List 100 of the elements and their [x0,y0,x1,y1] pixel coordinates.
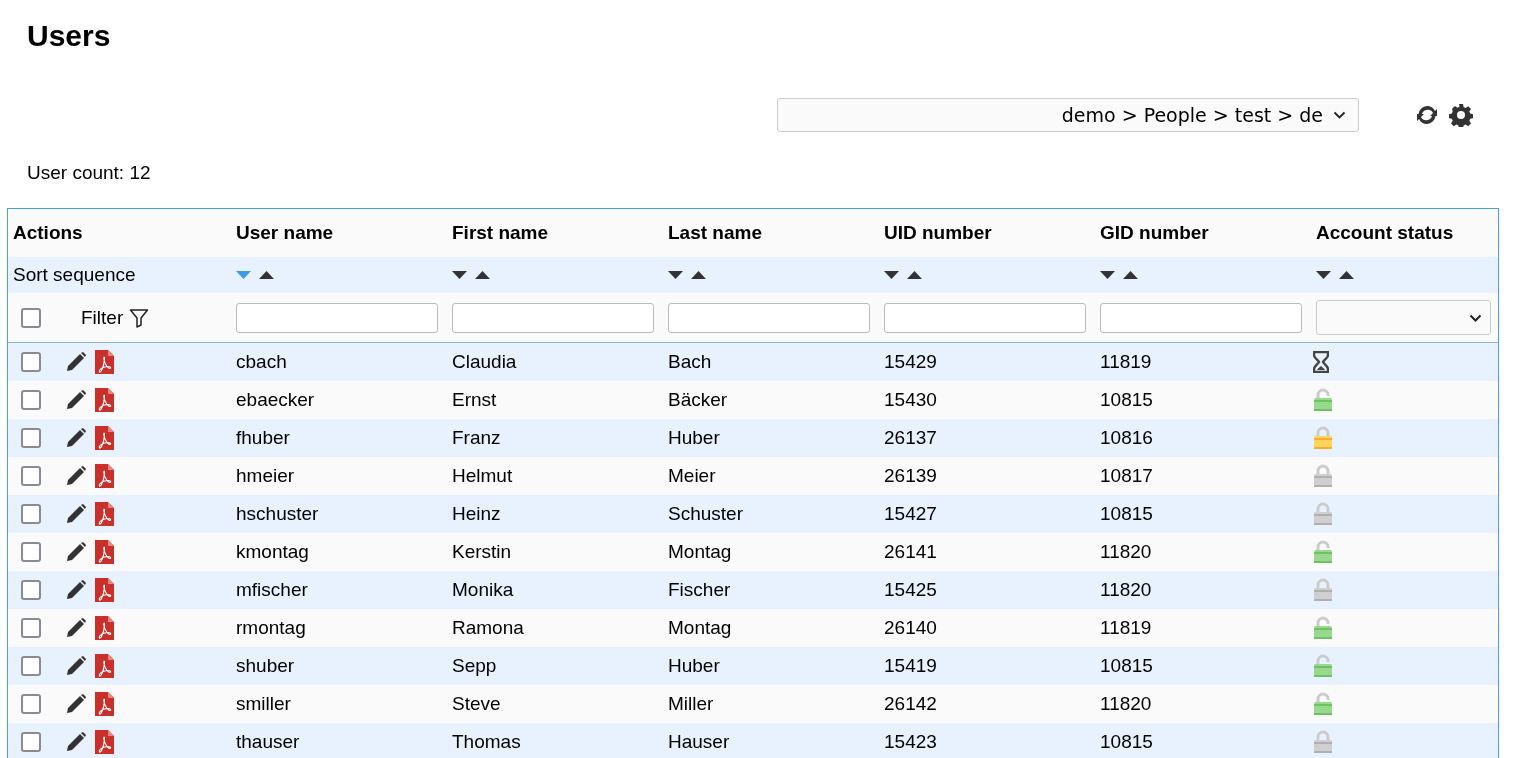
refresh-icon[interactable] [1415,103,1439,127]
pdf-icon[interactable] [95,578,114,602]
table-cell: Fischer [668,579,731,601]
table-cell: Claudia [452,351,517,373]
filter-input[interactable] [452,302,654,333]
checkbox[interactable] [21,428,41,448]
table-cell: 10816 [1100,427,1153,449]
checkbox[interactable] [21,694,41,714]
table-cell: Thomas [452,731,521,753]
pdf-icon[interactable] [95,692,114,716]
sort-descending-icon[interactable] [884,271,899,279]
table-cell: Bäcker [668,389,728,411]
table-cell: 11819 [1100,351,1152,373]
sort-descending-icon[interactable] [1316,271,1331,279]
column-header: First name [452,222,549,244]
table-cell: Helmut [452,465,513,487]
table-cell: 10815 [1100,389,1153,411]
pencil-icon[interactable] [65,731,87,753]
table-cell: 15427 [884,503,937,525]
table-cell: Kerstin [452,541,512,563]
sort-ascending-icon[interactable] [1339,271,1354,279]
table-cell: 26139 [884,465,937,487]
sort-ascending-icon[interactable] [1123,271,1138,279]
settings-icon[interactable] [1449,103,1473,127]
checkbox[interactable] [21,307,41,328]
table-cell: rmontag [236,617,306,639]
pencil-icon[interactable] [65,427,87,449]
table-cell: kmontag [236,541,309,563]
pdf-icon[interactable] [95,654,114,678]
pdf-icon[interactable] [95,350,114,374]
chevron-down-icon [1469,313,1482,322]
column-header: Last name [668,222,762,244]
pdf-icon[interactable] [95,388,114,412]
pencil-icon[interactable] [65,351,87,373]
pencil-icon[interactable] [65,541,87,563]
column-header: Account status [1316,222,1454,244]
table-cell: thauser [236,731,300,753]
table-cell: 10817 [1100,465,1153,487]
pencil-icon[interactable] [65,465,87,487]
sort-ascending-icon[interactable] [691,271,706,279]
pencil-icon[interactable] [65,693,87,715]
pencil-icon[interactable] [65,389,87,411]
checkbox[interactable] [21,732,41,752]
table-cell: shuber [236,655,295,677]
filter-input[interactable] [236,302,438,333]
table-cell: Steve [452,693,501,715]
table-cell: 11820 [1100,693,1152,715]
pdf-icon[interactable] [95,730,114,754]
checkbox[interactable] [21,352,41,372]
checkbox[interactable] [21,466,41,486]
table-cell: Schuster [668,503,743,525]
sort-descending-icon[interactable] [668,271,683,279]
checkbox[interactable] [21,390,41,410]
column-header: UID number [884,222,992,244]
pencil-icon[interactable] [65,503,87,525]
pencil-icon[interactable] [65,655,87,677]
pencil-icon[interactable] [65,579,87,601]
table-cell: fhuber [236,427,290,449]
table-cell: 26140 [884,617,937,639]
table-cell: 10815 [1100,503,1153,525]
table-cell: Huber [668,655,720,677]
sort-descending-icon[interactable] [1100,271,1115,279]
table-cell: 15425 [884,579,937,601]
sort-descending-icon[interactable] [452,271,467,279]
table-cell: Montag [668,617,732,639]
checkbox[interactable] [21,580,41,600]
filter-input[interactable] [668,302,870,333]
pdf-icon[interactable] [95,540,114,564]
column-header: Actions [13,222,83,244]
checkbox[interactable] [21,542,41,562]
sort-ascending-icon[interactable] [907,271,922,279]
table-cell: Franz [452,427,501,449]
pdf-icon[interactable] [95,616,114,640]
table-cell: 15423 [884,731,937,753]
table-cell: Miller [668,693,714,715]
table-cell: Meier [668,465,716,487]
table-cell: ebaecker [236,389,315,411]
filter-input[interactable] [1100,302,1302,333]
pdf-icon[interactable] [95,426,114,450]
table-cell: 15429 [884,351,937,373]
table-cell: Ramona [452,617,524,639]
sort-ascending-icon[interactable] [475,271,490,279]
pdf-icon[interactable] [95,464,114,488]
filter-input[interactable] [884,302,1086,333]
table-cell: Montag [668,541,732,563]
table-cell: 15430 [884,389,937,411]
table-cell: Bach [668,351,712,373]
page-title: Users [27,18,112,54]
pencil-icon[interactable] [65,617,87,639]
pdf-icon[interactable] [95,502,114,526]
table-cell: 26141 [884,541,937,563]
checkbox[interactable] [21,504,41,524]
checkbox[interactable] [21,656,41,676]
sort-ascending-icon[interactable] [259,271,274,279]
table-cell: 11819 [1100,617,1152,639]
funnel-icon [129,307,150,328]
table-cell: 10815 [1100,731,1153,753]
location-select[interactable]: demo > People > test > de [777,98,1359,132]
checkbox[interactable] [21,618,41,638]
table-cell: 11820 [1100,541,1152,563]
